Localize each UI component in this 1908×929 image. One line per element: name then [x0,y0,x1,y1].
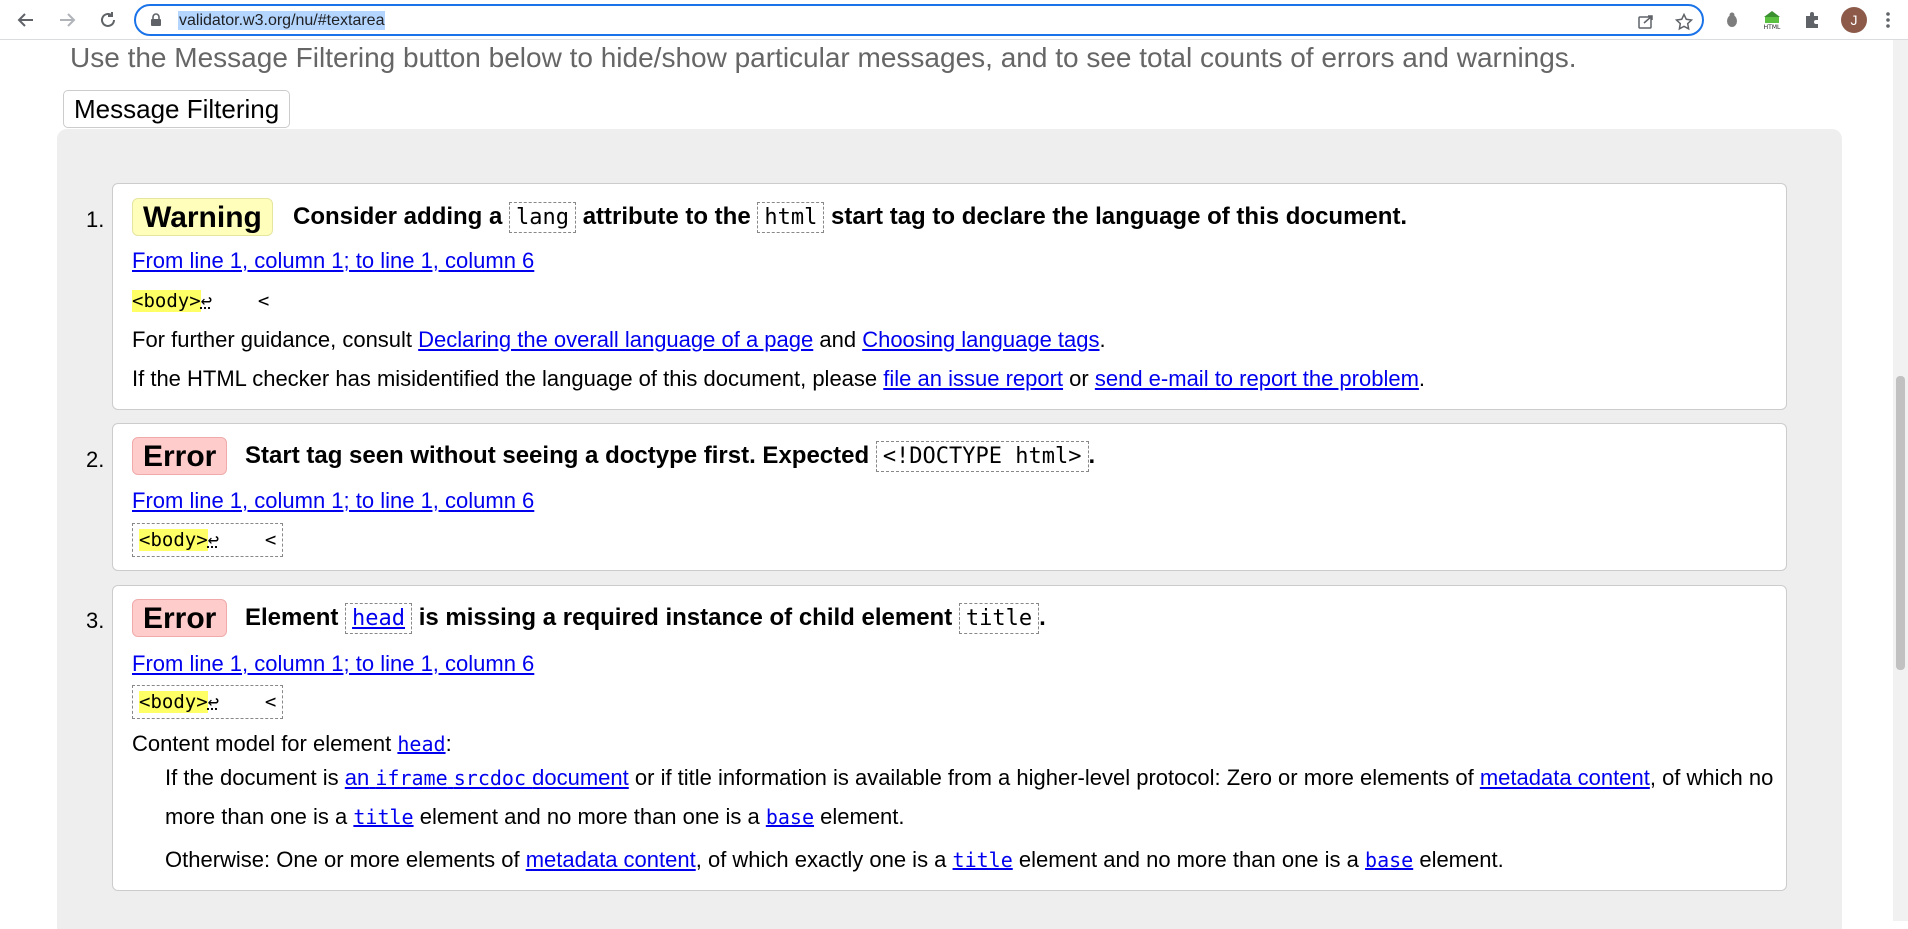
browser-toolbar: validator.w3.org/nu/#textarea HTML J [0,0,1908,40]
source-extract: <body>↩ < [132,685,284,719]
guidance-text: For further guidance, consult Declaring … [132,327,1106,352]
bookmark-star-icon[interactable] [1674,12,1694,32]
message-error: Error Start tag seen without seeing a do… [112,423,1787,571]
svg-text:HTML: HTML [1764,24,1781,31]
reload-icon[interactable] [96,8,120,32]
address-bar[interactable]: validator.w3.org/nu/#textarea [134,4,1704,36]
source-extract: <body>↩ < [132,290,270,312]
head-element-link[interactable]: head [352,606,405,631]
content-model-line: If the document is an iframe srcdoc docu… [165,765,1774,790]
message-number: 1. [86,207,105,232]
message-text: Consider adding a lang attribute to the … [293,197,1407,238]
base-link[interactable]: base [766,805,814,829]
message-number: 2. [86,447,105,472]
misidentified-text: If the HTML checker has misidentified th… [132,366,1426,391]
content-model-line: more than one is a title element and no … [165,804,905,829]
title-link[interactable]: title [953,848,1013,872]
profile-avatar[interactable]: J [1841,7,1867,33]
vertical-scrollbar[interactable] [1893,40,1908,921]
url-text[interactable]: validator.w3.org/nu/#textarea [178,11,386,30]
message-filtering-button[interactable]: Message Filtering [63,90,291,128]
error-badge: Error [132,599,228,637]
error-badge: Error [132,437,228,475]
html-validator-extension-icon[interactable]: HTML [1760,8,1784,32]
choosing-language-tags-link[interactable]: Choosing language tags [862,327,1099,352]
declaring-language-link[interactable]: Declaring the overall language of a page [418,327,813,352]
file-issue-link[interactable]: file an issue report [883,366,1063,391]
base-link[interactable]: base [1365,848,1413,872]
message-text: Start tag seen without seeing a doctype … [245,436,1095,477]
send-email-link[interactable]: send e-mail to report the problem [1095,366,1419,391]
message-warning: Warning Consider adding a lang attribute… [112,183,1787,410]
location-link[interactable]: From line 1, column 1; to line 1, column… [132,248,534,274]
head-link[interactable]: head [397,732,445,756]
lock-icon [150,13,162,32]
message-number: 3. [86,608,105,633]
content-model-line: Otherwise: One or more elements of metad… [165,847,1504,872]
location-link[interactable]: From line 1, column 1; to line 1, column… [132,488,534,514]
warning-badge: Warning [132,198,273,236]
source-extract: <body>↩ < [132,523,284,557]
message-text: Element head is missing a required insta… [245,598,1046,639]
metadata-content-link[interactable]: metadata content [1480,765,1650,790]
location-link[interactable]: From line 1, column 1; to line 1, column… [132,651,534,677]
title-link[interactable]: title [353,805,413,829]
back-icon[interactable] [14,8,38,32]
message-error: Error Element head is missing a required… [112,585,1787,891]
bug-extension-icon[interactable] [1720,8,1744,32]
extensions-puzzle-icon[interactable] [1800,8,1824,32]
iframe-srcdoc-link[interactable]: an iframe srcdoc document [345,765,629,790]
intro-text: Use the Message Filtering button below t… [70,42,1577,73]
scrollbar-thumb[interactable] [1896,376,1905,670]
menu-kebab-icon[interactable] [1880,8,1896,32]
forward-icon[interactable] [55,8,79,32]
content-model-heading: Content model for element head: [132,731,452,756]
metadata-content-link[interactable]: metadata content [526,847,696,872]
share-icon[interactable] [1636,12,1656,32]
